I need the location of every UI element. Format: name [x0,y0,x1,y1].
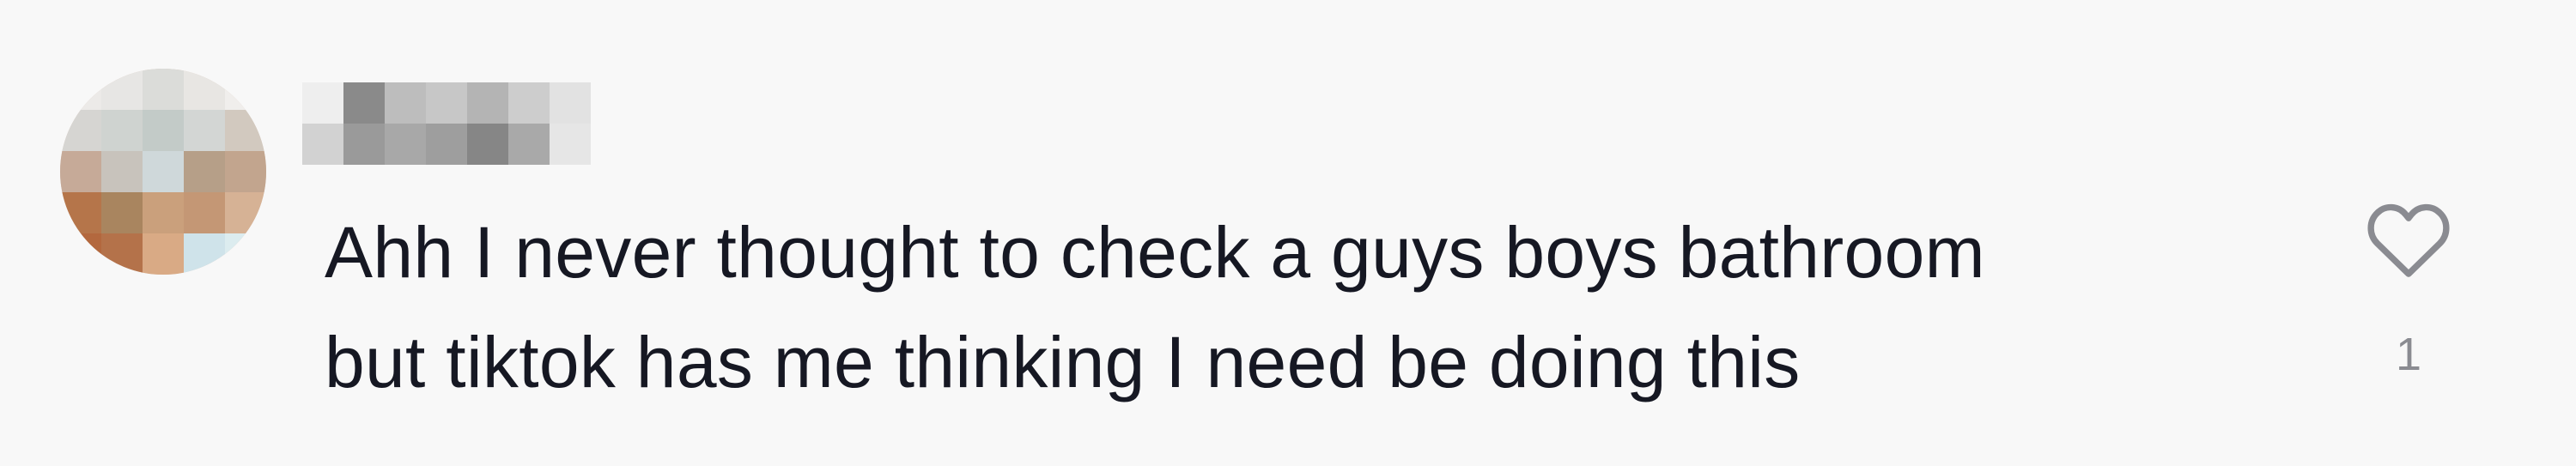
avatar[interactable] [60,69,266,275]
comment-card: Ahh I never thought to check a guys boys… [0,0,2576,466]
comment-text: Ahh I never thought to check a guys boys… [325,197,2300,417]
heart-outline-icon[interactable] [2364,196,2453,281]
comment-line: Ahh I never thought to check a guys boys… [325,212,1985,293]
like-count: 1 [2395,329,2422,380]
comment-line: but tiktok has me thinking I need be doi… [325,322,1801,402]
username-censored[interactable] [302,82,591,165]
like-button[interactable]: 1 [2357,196,2460,380]
